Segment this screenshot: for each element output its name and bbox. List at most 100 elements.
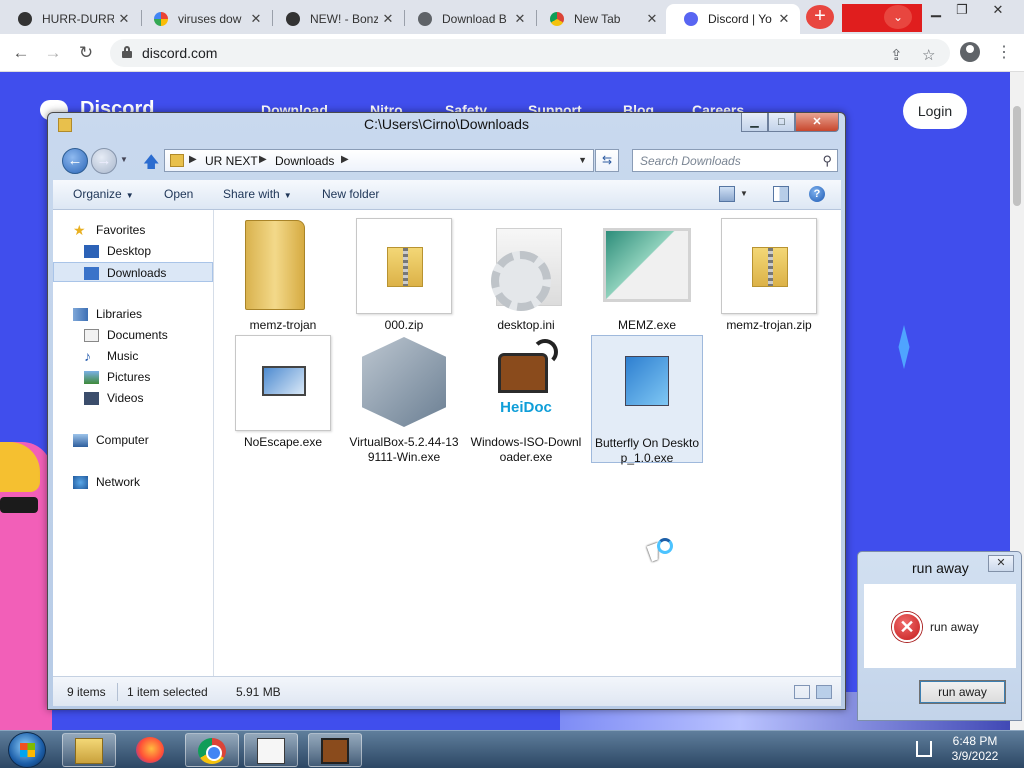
nav-documents[interactable]: Documents bbox=[53, 325, 213, 345]
close-icon[interactable]: ✕ bbox=[774, 11, 794, 27]
file-item[interactable]: MEMZ.exe bbox=[591, 218, 703, 333]
taskbar: 6:48 PM 3/9/2022 bbox=[0, 730, 1024, 768]
maximize-button[interactable]: □ bbox=[768, 113, 795, 132]
close-icon[interactable]: ✕ bbox=[246, 11, 266, 27]
large-icons-view-icon[interactable] bbox=[816, 685, 832, 699]
refresh-icon[interactable]: ⇆ bbox=[595, 149, 619, 172]
desktop-icon bbox=[84, 245, 99, 258]
profile-avatar-icon[interactable] bbox=[960, 42, 980, 62]
close-icon[interactable]: ✕ bbox=[642, 11, 662, 27]
new-tab-button[interactable]: + bbox=[806, 5, 834, 29]
settings-file-icon bbox=[491, 228, 562, 311]
start-button[interactable] bbox=[8, 732, 46, 768]
menu-kebab-icon[interactable]: ⋮ bbox=[996, 42, 1012, 62]
browser-tab[interactable]: viruses dow ✕ bbox=[136, 4, 272, 34]
reload-icon[interactable]: ↻ bbox=[75, 42, 97, 64]
taskbar-chrome[interactable] bbox=[185, 733, 239, 767]
file-item[interactable]: memz-trojan.zip bbox=[713, 218, 825, 333]
address-dropdown-icon[interactable]: ▼ bbox=[578, 155, 587, 165]
dialog-message: run away bbox=[930, 620, 979, 634]
close-button[interactable]: ✕ bbox=[795, 113, 839, 132]
browser-tab[interactable]: Download B ✕ bbox=[400, 4, 536, 34]
explorer-icon bbox=[75, 738, 103, 764]
star-icon: ★ bbox=[73, 222, 86, 238]
forward-arrow-icon[interactable]: → bbox=[91, 148, 117, 174]
nav-music[interactable]: ♪ Music bbox=[53, 346, 213, 366]
browser-toolbar: ← → ↻ discord.com ⇪ ☆ ⋮ bbox=[0, 34, 1024, 72]
taskbar-explorer[interactable] bbox=[62, 733, 116, 767]
search-placeholder: Search Downloads bbox=[640, 154, 741, 168]
close-icon[interactable]: ✕ bbox=[114, 11, 134, 27]
nav-pictures[interactable]: Pictures bbox=[53, 367, 213, 387]
preview-pane-icon[interactable] bbox=[773, 186, 789, 202]
nav-desktop[interactable]: Desktop bbox=[53, 241, 213, 261]
nav-videos[interactable]: Videos bbox=[53, 388, 213, 408]
bookmark-star-icon[interactable]: ☆ bbox=[922, 46, 935, 64]
browser-tab-active[interactable]: Discord | Yo ✕ bbox=[666, 4, 800, 34]
back-icon[interactable]: ← bbox=[10, 42, 32, 64]
search-icon[interactable]: ⚲ bbox=[822, 153, 832, 169]
close-window-button[interactable]: ✕ bbox=[982, 0, 1014, 20]
command-bar: Organize ▼ Open Share with ▼ New folder ▼ … bbox=[53, 180, 841, 210]
chevron-right-icon[interactable]: ▶ bbox=[189, 154, 197, 165]
close-button[interactable]: ✕ bbox=[988, 555, 1014, 572]
search-input[interactable]: Search Downloads ⚲ bbox=[632, 149, 838, 172]
nav-favorites[interactable]: ★ Favorites bbox=[53, 220, 213, 240]
login-button[interactable]: Login bbox=[903, 93, 967, 129]
organize-button[interactable]: Organize ▼ bbox=[73, 187, 134, 201]
dialog-title: run away bbox=[912, 560, 969, 576]
open-button[interactable]: Open bbox=[164, 187, 193, 201]
file-item[interactable]: NoEscape.exe bbox=[227, 335, 339, 450]
error-dialog: run away ✕ ✕ run away run away bbox=[857, 551, 1022, 721]
change-view-icon[interactable] bbox=[719, 186, 735, 202]
virtualbox-icon bbox=[362, 337, 446, 427]
computer-icon bbox=[73, 434, 88, 447]
window-title: C:\Users\Cirno\Downloads bbox=[364, 116, 529, 132]
firefox-icon bbox=[136, 737, 164, 763]
chevron-right-icon[interactable]: ▶ bbox=[259, 154, 267, 165]
forward-icon[interactable]: → bbox=[42, 42, 64, 64]
restore-button[interactable]: ❐ bbox=[946, 0, 978, 20]
browser-tab[interactable]: NEW! - Bonz ✕ bbox=[268, 4, 404, 34]
file-item[interactable]: 000.zip bbox=[348, 218, 460, 333]
browser-tab[interactable]: New Tab ✕ bbox=[532, 4, 668, 34]
notepad-icon bbox=[257, 738, 285, 764]
file-item[interactable]: VirtualBox-5.2.44-139111-Win.exe bbox=[348, 335, 460, 465]
file-item[interactable]: memz-trojan bbox=[227, 218, 339, 333]
close-icon[interactable]: ✕ bbox=[378, 11, 398, 27]
share-with-button[interactable]: Share with ▼ bbox=[223, 187, 292, 201]
view-dropdown-icon[interactable]: ▼ bbox=[740, 189, 748, 198]
taskbar-clock[interactable]: 6:48 PM 3/9/2022 bbox=[940, 734, 1010, 764]
tab-search-button[interactable]: ⌄ bbox=[884, 5, 912, 29]
url-text[interactable]: discord.com bbox=[142, 45, 217, 61]
dialog-ok-button[interactable]: run away bbox=[919, 680, 1006, 704]
network-tray-icon[interactable] bbox=[916, 741, 932, 757]
nav-downloads[interactable]: Downloads bbox=[53, 262, 213, 282]
address-bar[interactable]: discord.com ⇪ ☆ bbox=[110, 39, 950, 67]
taskbar-heidoc[interactable] bbox=[308, 733, 362, 767]
nav-libraries[interactable]: Libraries bbox=[53, 304, 213, 324]
browser-tab[interactable]: HURR-DURR ✕ bbox=[0, 4, 140, 34]
file-item-selected[interactable]: Butterfly On Desktop_1.0.exe bbox=[591, 335, 703, 465]
nav-computer[interactable]: Computer bbox=[53, 430, 213, 450]
file-item[interactable]: HeiDoc Windows-ISO-Downloader.exe bbox=[470, 335, 582, 465]
help-icon[interactable]: ? bbox=[809, 186, 825, 202]
taskbar-firefox[interactable] bbox=[124, 733, 178, 767]
chevron-right-icon[interactable]: ▶ bbox=[341, 154, 349, 165]
up-arrow-icon[interactable]: 🡅 bbox=[143, 151, 159, 178]
new-folder-button[interactable]: New folder bbox=[322, 187, 379, 201]
breadcrumb-item[interactable]: UR NEXT bbox=[205, 154, 258, 168]
close-icon[interactable]: ✕ bbox=[510, 11, 530, 27]
back-arrow-icon[interactable]: ← bbox=[62, 148, 88, 174]
share-icon[interactable]: ⇪ bbox=[890, 46, 903, 64]
nav-network[interactable]: Network bbox=[53, 472, 213, 492]
minimize-button[interactable]: ▁ bbox=[741, 113, 768, 132]
file-item[interactable]: desktop.ini bbox=[470, 218, 582, 333]
address-breadcrumb[interactable]: ▶ UR NEXT ▶ Downloads ▶ ▼ bbox=[164, 149, 594, 172]
details-view-icon[interactable] bbox=[794, 685, 810, 699]
explorer-window: C:\Users\Cirno\Downloads ▁ □ ✕ ← → ▼ 🡅 ▶… bbox=[47, 112, 846, 710]
downloads-folder-icon bbox=[84, 267, 99, 280]
history-dropdown-icon[interactable]: ▼ bbox=[120, 155, 128, 164]
taskbar-notepad[interactable] bbox=[244, 733, 298, 767]
breadcrumb-item[interactable]: Downloads bbox=[275, 154, 334, 168]
